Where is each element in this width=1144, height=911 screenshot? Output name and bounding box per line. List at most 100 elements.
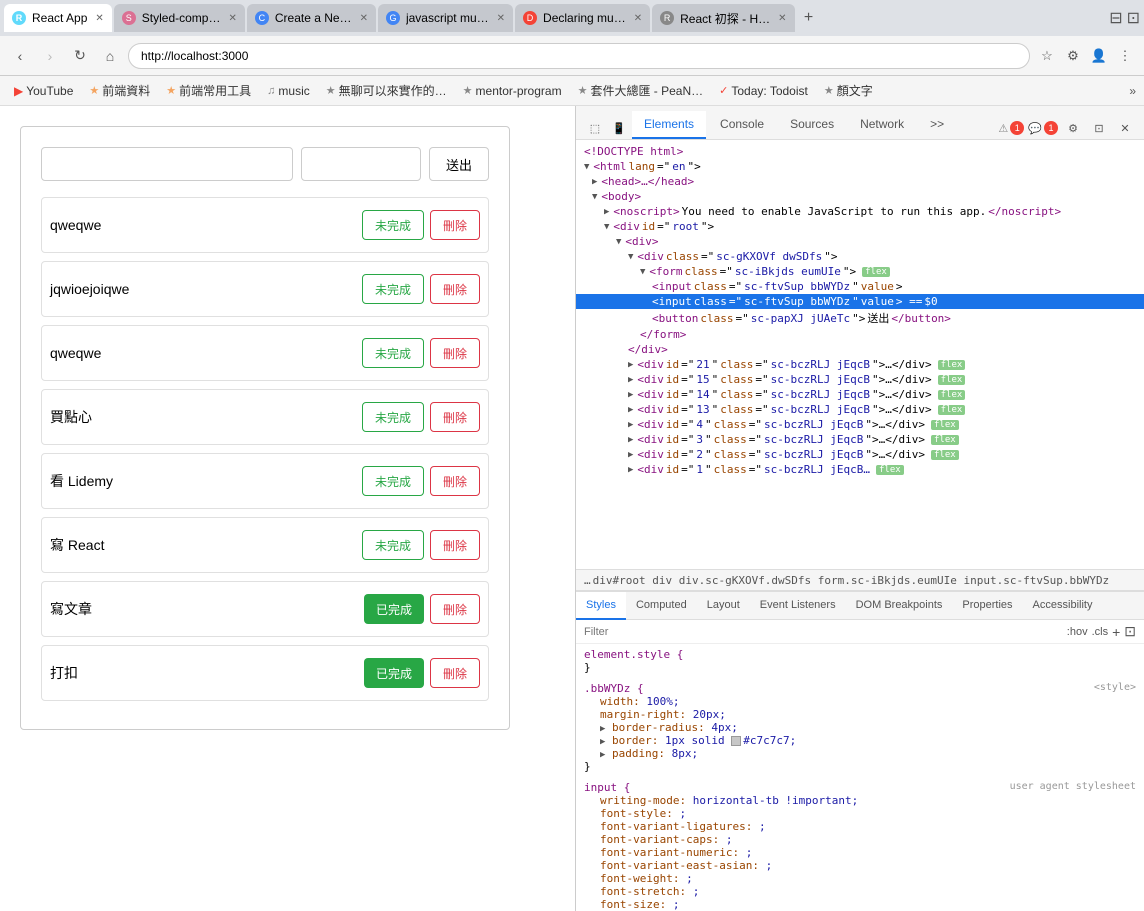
todo-status-button[interactable]: 未完成 (362, 210, 424, 240)
devtools-dock-button[interactable]: ⊡ (1088, 117, 1110, 139)
tab-styled-comp[interactable]: S Styled-comp… ✕ (114, 4, 245, 32)
html-triangle[interactable]: ▼ (584, 162, 589, 172)
html-div21[interactable]: ▶ <div id =" 21 " class =" sc-bczRLJ jEq… (576, 357, 1144, 372)
home-button[interactable]: ⌂ (98, 44, 122, 68)
html-div2[interactable]: ▶ <div id =" 2 " class =" sc-bczRLJ jEqc… (576, 447, 1144, 462)
address-input[interactable] (128, 43, 1030, 69)
todo-status-button[interactable]: 已完成 (364, 594, 424, 624)
noscript-triangle[interactable]: ▶ (604, 207, 609, 217)
tab-close-styled[interactable]: ✕ (228, 13, 236, 24)
style-tab-event-listeners[interactable]: Event Listeners (750, 592, 846, 620)
devtools-tab-more[interactable]: >> (918, 111, 956, 139)
devtools-tab-network[interactable]: Network (848, 111, 916, 139)
html-div15[interactable]: ▶ <div id =" 15 " class =" sc-bczRLJ jEq… (576, 372, 1144, 387)
devtools-tab-elements[interactable]: Elements (632, 111, 706, 139)
element-style-selector[interactable]: element.style { (584, 648, 683, 661)
back-button[interactable]: ‹ (8, 44, 32, 68)
minimize-icon[interactable]: ⊟ (1109, 8, 1122, 28)
tab-close-js[interactable]: ✕ (497, 13, 505, 24)
menu-button[interactable]: ⋮ (1114, 45, 1136, 67)
input-ua-selector[interactable]: input { (584, 781, 630, 794)
devtools-settings-button[interactable]: ⚙ (1062, 117, 1084, 139)
styles-filter-input[interactable] (584, 623, 1063, 641)
extension-button[interactable]: ⚙ (1062, 45, 1084, 67)
todo-delete-button[interactable]: 刪除 (430, 466, 480, 496)
bookmark-packages[interactable]: ★ 套件大總匯 - PeaN… (572, 80, 710, 101)
todo-status-button[interactable]: 未完成 (362, 274, 424, 304)
html-noscript-line[interactable]: ▶ <noscript> You need to enable JavaScri… (576, 204, 1144, 219)
tab-declaring[interactable]: D Declaring mu… ✕ (515, 4, 650, 32)
tab-react-init[interactable]: R React 初探 - H… ✕ (652, 4, 794, 32)
devtools-tab-console[interactable]: Console (708, 111, 776, 139)
expand-panel-button[interactable]: ⊡ (1124, 623, 1136, 640)
html-button-line[interactable]: <button class =" sc-papXJ jUAeTc "> 送出 <… (576, 309, 1144, 327)
html-div3[interactable]: ▶ <div id =" 3 " class =" sc-bczRLJ jEqc… (576, 432, 1144, 447)
html-form-close[interactable]: </form> (576, 327, 1144, 342)
tab-javascript-mu[interactable]: G javascript mu… ✕ (378, 4, 513, 32)
todo-extra-input[interactable] (301, 147, 421, 181)
todo-delete-button[interactable]: 刪除 (430, 402, 480, 432)
todo-delete-button[interactable]: 刪除 (430, 530, 480, 560)
todo-status-button[interactable]: 未完成 (362, 338, 424, 368)
style-tab-styles[interactable]: Styles (576, 592, 626, 620)
tab-close-react[interactable]: ✕ (95, 13, 103, 24)
devtools-inspect-button[interactable]: ⬚ (584, 117, 606, 139)
border-color-swatch[interactable] (731, 736, 741, 746)
html-sc-div-line[interactable]: ▼ <div class =" sc-gKXOVf dwSDfs "> (576, 249, 1144, 264)
html-root-line[interactable]: ▼ <div id =" root "> (576, 219, 1144, 234)
devtools-close-button[interactable]: ✕ (1114, 117, 1136, 139)
bookmark-frontend-tools[interactable]: ★ 前端常用工具 (160, 80, 257, 101)
forward-button[interactable]: › (38, 44, 62, 68)
bookmark-star-button[interactable]: ☆ (1036, 45, 1058, 67)
tab-create-new[interactable]: C Create a Ne… ✕ (247, 4, 376, 32)
style-tab-dom-breakpoints[interactable]: DOM Breakpoints (846, 592, 953, 620)
html-div1-line[interactable]: ▼ <div> (576, 234, 1144, 249)
todo-status-button[interactable]: 未完成 (362, 466, 424, 496)
html-div-close[interactable]: </div> (576, 342, 1144, 357)
html-html-line[interactable]: ▼ <html lang =" en "> (576, 159, 1144, 174)
tab-close-react-init[interactable]: ✕ (778, 13, 786, 24)
new-tab-button[interactable]: + (797, 6, 821, 30)
tab-react-app[interactable]: R React App ✕ (4, 4, 112, 32)
html-head-line[interactable]: ▶ <head>…</head> (576, 174, 1144, 189)
tab-close-declaring[interactable]: ✕ (634, 13, 642, 24)
todo-status-button[interactable]: 未完成 (362, 530, 424, 560)
root-triangle[interactable]: ▼ (604, 222, 609, 232)
bookmark-emoji[interactable]: ★ 顏文字 (818, 80, 879, 101)
todo-status-button[interactable]: 已完成 (364, 658, 424, 688)
bbwydz-selector[interactable]: .bbWYDz { (584, 682, 644, 695)
todo-delete-button[interactable]: 刪除 (430, 658, 480, 688)
maximize-icon[interactable]: ⊡ (1127, 8, 1140, 28)
hov-button[interactable]: :hov (1067, 626, 1088, 638)
todo-status-button[interactable]: 未完成 (362, 402, 424, 432)
html-input1-line[interactable]: <input class =" sc-ftvSup bbWYDz " value… (576, 279, 1144, 294)
html-div1[interactable]: ▶ <div id =" 1 " class =" sc-bczRLJ jEqc… (576, 462, 1144, 477)
style-tab-accessibility[interactable]: Accessibility (1023, 592, 1103, 620)
bookmark-youtube[interactable]: ▶ YouTube (8, 82, 79, 100)
html-div14[interactable]: ▶ <div id =" 14 " class =" sc-bczRLJ jEq… (576, 387, 1144, 402)
todo-delete-button[interactable]: 刪除 (430, 274, 480, 304)
profile-button[interactable]: 👤 (1088, 45, 1110, 67)
html-body-line[interactable]: ▼ <body> (576, 189, 1144, 204)
devtools-tab-sources[interactable]: Sources (778, 111, 846, 139)
todo-delete-button[interactable]: 刪除 (430, 338, 480, 368)
tab-close-create[interactable]: ✕ (360, 13, 368, 24)
reload-button[interactable]: ↻ (68, 44, 92, 68)
style-tab-computed[interactable]: Computed (626, 592, 697, 620)
bookmark-frontend-data[interactable]: ★ 前端資料 (83, 80, 156, 101)
todo-delete-button[interactable]: 刪除 (430, 594, 480, 624)
body-triangle[interactable]: ▼ (592, 192, 597, 202)
add-style-button[interactable]: + (1112, 624, 1120, 640)
style-tab-layout[interactable]: Layout (697, 592, 750, 620)
todo-delete-button[interactable]: 刪除 (430, 210, 480, 240)
head-triangle[interactable]: ▶ (592, 177, 597, 187)
bookmark-music[interactable]: ♫ music (261, 82, 316, 100)
todo-text-input[interactable] (41, 147, 293, 181)
bookmark-todoist[interactable]: ✓ Today: Todoist (713, 82, 814, 100)
devtools-device-button[interactable]: 📱 (608, 117, 630, 139)
html-doctype-line[interactable]: <!DOCTYPE html> (576, 144, 1144, 159)
bookmark-mentor[interactable]: ★ mentor-program (457, 82, 568, 100)
html-div4[interactable]: ▶ <div id =" 4 " class =" sc-bczRLJ jEqc… (576, 417, 1144, 432)
html-input2-line[interactable]: <input class =" sc-ftvSup bbWYDz " value… (576, 294, 1144, 309)
cls-button[interactable]: .cls (1092, 626, 1109, 638)
